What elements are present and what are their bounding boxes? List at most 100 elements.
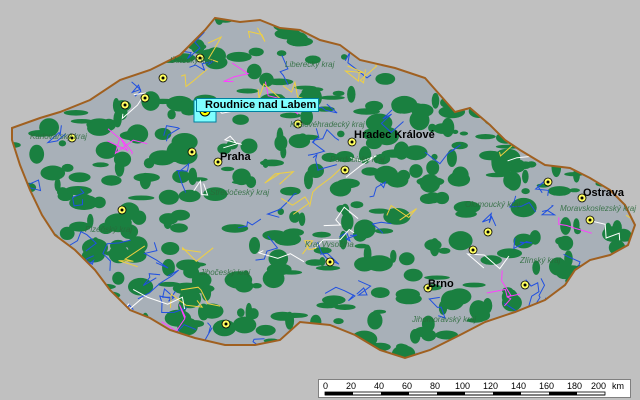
forest-patch	[588, 120, 596, 139]
road-line	[31, 225, 48, 259]
forest-patch	[525, 64, 536, 78]
road-line	[151, 331, 175, 358]
forest-patch	[509, 76, 517, 84]
forest-patch	[150, 98, 176, 105]
forest-patch	[47, 52, 61, 72]
forest-patch	[494, 55, 513, 67]
forest-patch	[410, 329, 421, 344]
forest-patch	[40, 165, 66, 181]
river-line	[568, 18, 585, 36]
forest-patch	[249, 237, 260, 254]
forest-patch	[237, 308, 245, 317]
forest-patch	[81, 299, 89, 307]
town-marker-dot	[224, 322, 228, 326]
forest-patch	[319, 95, 345, 100]
river-line	[572, 125, 606, 150]
forest-patch	[455, 33, 481, 39]
river-line	[49, 56, 62, 64]
forest-patch	[521, 188, 530, 195]
city-label-hradec-kralove[interactable]: Hradec Králové	[354, 129, 435, 141]
forest-patch	[82, 270, 97, 284]
forest-patch	[446, 86, 459, 100]
forest-patch	[500, 122, 521, 127]
forest-patch	[307, 163, 324, 178]
forest-patch	[161, 242, 180, 255]
forest-patch	[251, 283, 262, 289]
forest-patch	[158, 189, 179, 205]
forest-patch	[377, 33, 404, 42]
road-line	[607, 72, 634, 84]
forest-patch	[309, 338, 321, 351]
forest-patch	[615, 142, 628, 159]
forest-patch	[276, 351, 302, 358]
forest-patch	[493, 18, 521, 33]
forest-patch	[347, 85, 356, 103]
selected-city-label[interactable]: Roudnice nad Labem	[196, 98, 320, 112]
town-marker-dot	[546, 180, 550, 184]
forest-patch	[365, 255, 393, 272]
forest-patch	[70, 119, 93, 124]
forest-patch	[255, 324, 276, 336]
road-line	[619, 107, 635, 121]
city-label-ostrava[interactable]: Ostrava	[583, 187, 624, 199]
region-label-vysocina: Kraj Vysočina	[305, 240, 354, 249]
scale-tick-120: 120	[483, 381, 499, 391]
forest-patch	[73, 306, 90, 324]
forest-patch	[602, 283, 618, 295]
forest-patch	[221, 224, 249, 233]
forest-patch	[418, 34, 437, 53]
forest-patch	[621, 286, 635, 303]
scale-tick-80: 80	[430, 381, 441, 391]
road-line	[555, 18, 576, 44]
forest-patch	[48, 278, 64, 290]
forest-patch	[438, 247, 451, 254]
forest-patch	[131, 210, 147, 225]
forest-patch	[52, 48, 68, 65]
forest-patch	[178, 189, 201, 203]
forest-patch	[302, 18, 325, 20]
forest-patch	[391, 95, 418, 114]
forest-patch	[483, 90, 493, 96]
forest-patch	[348, 40, 364, 48]
forest-patch	[128, 195, 155, 201]
forest-patch	[584, 274, 608, 284]
forest-patch	[374, 228, 394, 234]
forest-patch	[506, 173, 521, 191]
map-view[interactable]: Ústecký kraj Liberecký kraj Královéhrade…	[0, 0, 640, 400]
forest-patch	[593, 67, 609, 86]
city-label-brno[interactable]: Brno	[428, 278, 454, 290]
forest-patch	[591, 276, 599, 292]
forest-patch	[461, 18, 487, 33]
town-marker-dot	[143, 96, 147, 100]
forest-patch	[166, 142, 184, 162]
forest-patch	[332, 90, 345, 97]
forest-patch	[163, 216, 172, 229]
river-line	[310, 18, 342, 24]
road-line	[127, 347, 139, 358]
forest-patch	[333, 318, 344, 325]
forest-patch	[12, 36, 30, 55]
forest-patch	[170, 223, 188, 233]
forest-patch	[310, 314, 322, 329]
forest-patch	[608, 88, 617, 102]
scale-tick-0: 0	[323, 381, 329, 391]
city-label-praha[interactable]: Praha	[220, 151, 251, 163]
road-line	[434, 18, 456, 32]
forest-patch	[478, 326, 497, 345]
forest-patch	[138, 324, 163, 333]
river-line	[586, 61, 609, 80]
forest-patch	[111, 25, 128, 35]
forest-patch	[98, 287, 107, 303]
forest-patch	[485, 172, 509, 178]
forest-patch	[486, 19, 496, 32]
forest-patch	[42, 335, 50, 347]
forest-patch	[14, 102, 27, 114]
forest-patch	[331, 18, 356, 19]
forest-patch	[432, 44, 442, 59]
scale-tick-40: 40	[374, 381, 385, 391]
forest-patch	[521, 50, 549, 59]
forest-patch	[446, 149, 457, 168]
forest-patch	[386, 18, 409, 31]
road-line	[506, 26, 536, 44]
forest-patch	[231, 180, 254, 185]
